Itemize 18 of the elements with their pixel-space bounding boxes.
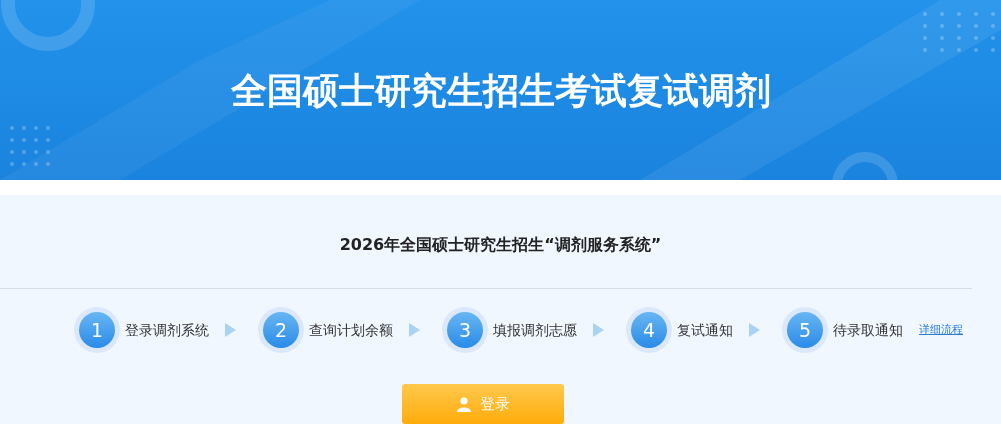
step-number: 2 [258, 307, 304, 353]
step-number: 5 [782, 307, 828, 353]
arrow-icon [409, 323, 420, 337]
step-label: 复试通知 [677, 320, 733, 340]
system-subtitle: 2026年全国硕士研究生招生“调剂服务系统” [338, 234, 663, 256]
page-title: 全国硕士研究生招生考试复试调剂 [230, 73, 771, 109]
step-label: 待录取通知 [833, 320, 903, 340]
step-number: 4 [626, 307, 672, 353]
details-link[interactable]: 详细流程 [919, 321, 963, 339]
step-number: 3 [442, 307, 488, 353]
user-icon [456, 396, 472, 412]
step-label: 查询计划余额 [309, 320, 393, 340]
arrow-icon [593, 323, 604, 337]
arrow-icon [225, 323, 236, 337]
step-label: 填报调剂志愿 [493, 320, 577, 340]
arrow-icon [749, 323, 760, 337]
step-number: 1 [74, 307, 120, 353]
step-label: 登录调剂系统 [125, 320, 209, 340]
